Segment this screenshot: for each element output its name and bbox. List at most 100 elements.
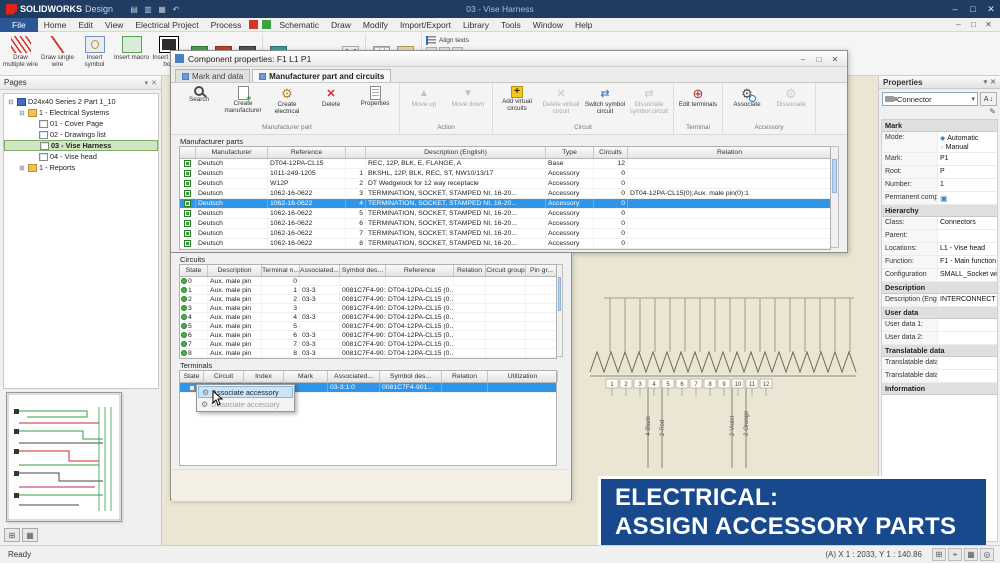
manufacturer-part-row[interactable]: Deutsch1062-16-06225TERMINATION, SOCKET,…: [180, 209, 830, 219]
circuit-row[interactable]: 6Aux. male pin603-30081C7F4-901...DT04-1…: [180, 331, 556, 340]
insert-symbol-button[interactable]: Insert symbol: [76, 33, 113, 74]
circuit-row[interactable]: 5Aux. male pin50081C7F4-901...DT04-12PA-…: [180, 322, 556, 331]
column-header[interactable]: Symbol des...: [340, 265, 386, 276]
process-tool-icon[interactable]: [249, 20, 258, 29]
menu-modify[interactable]: Modify: [357, 20, 394, 30]
column-header[interactable]: Description: [208, 265, 262, 276]
circuit-row[interactable]: 8Aux. male pin803-30081C7F4-901...DT04-1…: [180, 349, 556, 358]
manufacturer-part-row[interactable]: Deutsch1062-16-06227TERMINATION, SOCKET,…: [180, 229, 830, 239]
expand-icon[interactable]: ⊟: [7, 98, 15, 106]
schematic-tool-icon[interactable]: [262, 20, 271, 29]
column-header[interactable]: [180, 147, 196, 158]
delete-button[interactable]: ✕Delete: [309, 84, 353, 124]
dialog-titlebar[interactable]: Component properties: F1 L1 P1 –□✕: [171, 51, 847, 67]
manufacturer-part-row[interactable]: DeutschDT04-12PA-CL15REC, 12P, BLK, E, F…: [180, 159, 830, 169]
manufacturer-part-row[interactable]: Deutsch1062-16-06228TERMINATION, SOCKET,…: [180, 239, 830, 249]
column-header[interactable]: Circuits: [594, 147, 628, 158]
menu-edit[interactable]: Edit: [72, 20, 99, 30]
column-header[interactable]: Terminal n...: [262, 265, 300, 276]
close-icon[interactable]: ✕: [990, 78, 996, 86]
radio-icon[interactable]: ◉: [940, 135, 945, 142]
properties-section-header[interactable]: Hierarchy: [882, 205, 997, 217]
save-icon[interactable]: ▥: [143, 5, 153, 14]
column-header[interactable]: Relation: [442, 371, 488, 382]
circuit-row[interactable]: 1Aux. male pin103-30081C7F4-901...DT04-1…: [180, 286, 556, 295]
menu-library[interactable]: Library: [457, 20, 495, 30]
expand-icon[interactable]: ⊞: [18, 164, 26, 172]
switch-symbol-circuit-button[interactable]: ⇄Switch symbol circuit: [583, 84, 627, 124]
expand-icon[interactable]: ⊟: [18, 109, 26, 117]
properties-section-header[interactable]: User data: [882, 307, 997, 319]
column-header[interactable]: Symbol des...: [380, 371, 442, 382]
property-row[interactable]: Translatable data 2 (: [882, 370, 997, 383]
column-header[interactable]: Utilization: [488, 371, 558, 382]
tab-manufacturer-part-and-circuits[interactable]: Manufacturer part and circuits: [252, 69, 391, 82]
radio-option[interactable]: ○Manual: [940, 143, 996, 152]
column-header[interactable]: State: [180, 371, 204, 382]
column-header[interactable]: Pin gr...: [526, 265, 558, 276]
property-row[interactable]: Mode:◉Automatic○Manual: [882, 132, 997, 153]
property-row[interactable]: User data 1:: [882, 319, 997, 332]
menu-electrical-project[interactable]: Electrical Project: [129, 20, 204, 30]
circuit-row[interactable]: 0Aux. male pin0: [180, 277, 556, 286]
column-header[interactable]: Circuit group: [486, 265, 526, 276]
column-header[interactable]: Reference: [268, 147, 346, 158]
manufacturer-part-row[interactable]: DeutschW12P2DT Wedgelock for 12 way rece…: [180, 179, 830, 189]
snap-toggle-icon[interactable]: ⌖: [948, 548, 962, 561]
ortho-toggle-icon[interactable]: ▦: [964, 548, 978, 561]
properties-section-header[interactable]: Translatable data: [882, 345, 997, 357]
menu-draw[interactable]: Draw: [325, 20, 357, 30]
column-header[interactable]: Relation: [628, 147, 832, 158]
edit-terminals-button[interactable]: ⊕Edit terminals: [676, 84, 720, 124]
tree-item[interactable]: ⊟D24x40 Series 2 Part 1_10: [4, 96, 158, 107]
vertical-scrollbar[interactable]: [557, 264, 563, 357]
insert-macro-button[interactable]: Insert macro: [113, 33, 150, 74]
doc-restore-button[interactable]: □: [966, 20, 981, 29]
circuit-row[interactable]: 4Aux. male pin403-30081C7F4-901...DT04-1…: [180, 313, 556, 322]
checkbox-icon[interactable]: ▣: [940, 194, 948, 203]
menu-help[interactable]: Help: [569, 20, 598, 30]
dialog-maximize-button[interactable]: □: [811, 55, 827, 64]
column-header[interactable]: Associated...: [300, 265, 340, 276]
tree-item[interactable]: 02 - Drawings list: [4, 129, 158, 140]
tab-mark-and-data[interactable]: Mark and data: [175, 69, 250, 82]
grid-view-button[interactable]: ⊞: [4, 528, 20, 542]
draw-multiple-wire-button[interactable]: Draw multiple wire: [2, 33, 39, 74]
manufacturer-part-row[interactable]: Deutsch1011-249-12051BKSHL, 12P, BLK, RE…: [180, 169, 830, 179]
menu-import-export[interactable]: Import/Export: [394, 20, 457, 30]
pin-icon[interactable]: ▾: [145, 79, 149, 87]
properties-section-header[interactable]: Information: [882, 383, 997, 395]
minimize-button[interactable]: –: [946, 4, 964, 15]
create-manufacturer-part-button[interactable]: Create manufacturer part: [221, 84, 265, 124]
vertical-scrollbar[interactable]: [831, 146, 839, 248]
scrollbar-thumb[interactable]: [558, 277, 561, 311]
property-row[interactable]: Permanent compon▣: [882, 192, 997, 205]
property-row[interactable]: User data 2:: [882, 332, 997, 345]
menu-schematic[interactable]: Schematic: [273, 20, 325, 30]
menu-process[interactable]: Process: [205, 20, 248, 30]
close-button[interactable]: ✕: [982, 4, 1000, 15]
undo-icon[interactable]: ↶: [171, 5, 181, 14]
close-icon[interactable]: ✕: [151, 79, 157, 87]
property-row[interactable]: ConfigurationSMALL_Socket without Pin: [882, 269, 997, 282]
tree-item[interactable]: 03 - Vise Harness: [4, 140, 158, 151]
circuit-row[interactable]: 2Aux. male pin203-30081C7F4-901...DT04-1…: [180, 295, 556, 304]
property-row[interactable]: Number:1: [882, 179, 997, 192]
column-header[interactable]: Circuit: [204, 371, 244, 382]
manufacturer-part-row[interactable]: Deutsch1062-16-06223TERMINATION, SOCKET,…: [180, 189, 830, 199]
file-menu-button[interactable]: File: [0, 18, 38, 32]
add-virtual-circuits-button[interactable]: +Add virtual circuits: [495, 84, 539, 124]
align-texts-button[interactable]: Align texts: [426, 36, 469, 45]
circuit-row[interactable]: 7Aux. male pin703-30081C7F4-901...DT04-1…: [180, 340, 556, 349]
delete-virtual-circuit-button[interactable]: ✕Delete virtual circuit: [539, 84, 583, 124]
doc-minimize-button[interactable]: –: [951, 20, 966, 29]
create-electrical-assembly-button[interactable]: ⚙Create electrical assembly: [265, 84, 309, 124]
properties-section-header[interactable]: Description: [882, 282, 997, 294]
dialog-minimize-button[interactable]: –: [795, 55, 811, 64]
column-header[interactable]: Relation: [454, 265, 486, 276]
properties-button[interactable]: Properties: [353, 84, 397, 124]
manufacturer-part-row[interactable]: Deutsch1062-16-06226TERMINATION, SOCKET,…: [180, 219, 830, 229]
tree-item[interactable]: ⊟1 - Electrical Systems: [4, 107, 158, 118]
column-header[interactable]: [346, 147, 366, 158]
scrollbar-thumb[interactable]: [832, 159, 837, 193]
